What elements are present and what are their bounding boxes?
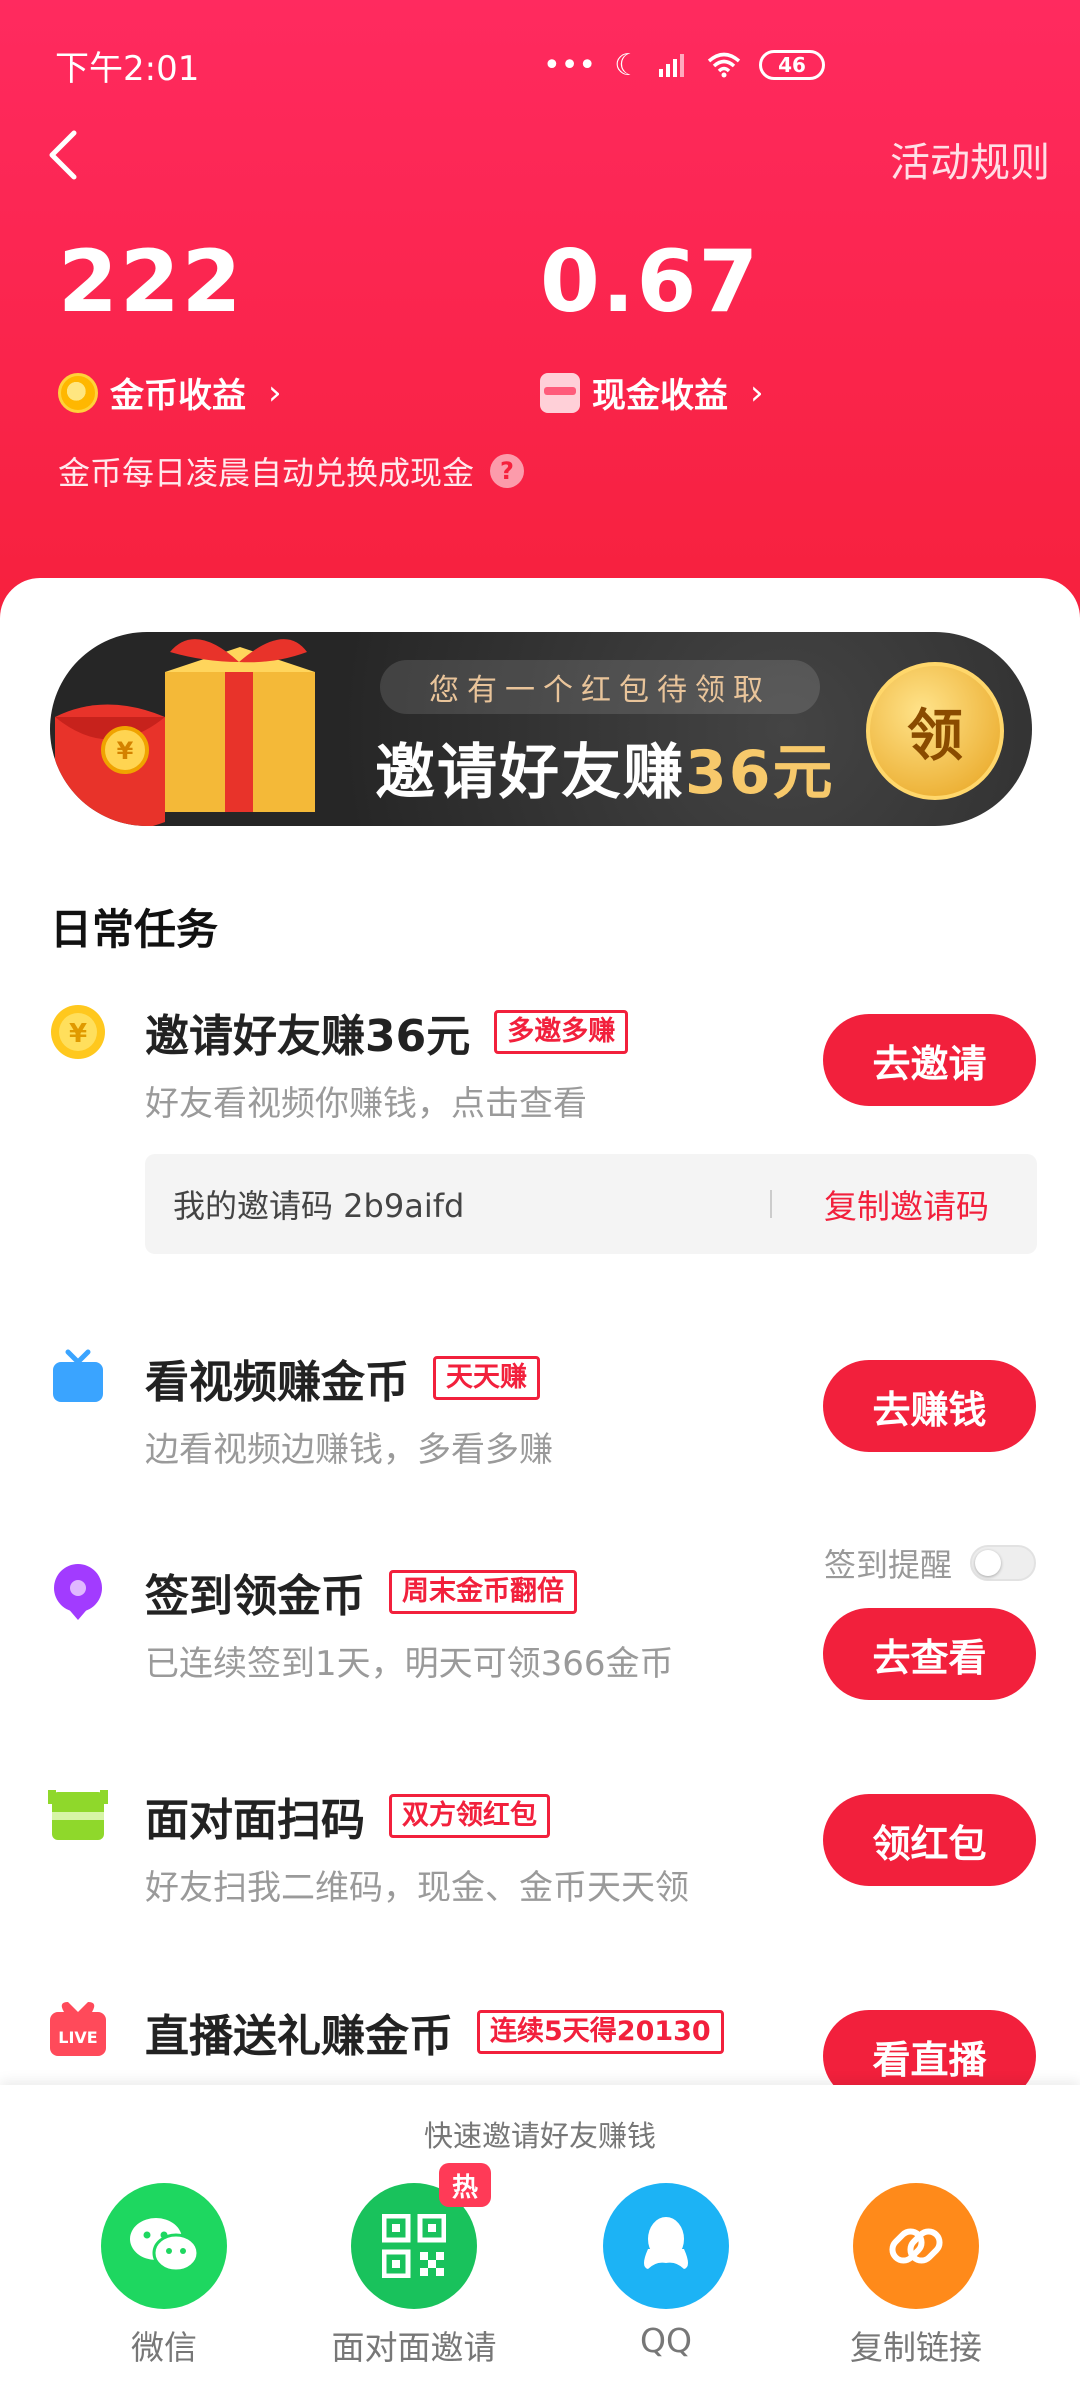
- back-icon[interactable]: [38, 125, 98, 185]
- wifi-icon: [707, 52, 741, 78]
- wechat-icon: [101, 2183, 227, 2309]
- task-tag: 连续5天得20130: [477, 2010, 724, 2054]
- cash-earnings-link[interactable]: 现金收益 ›: [540, 368, 764, 417]
- copy-invite-code-button[interactable]: 复制邀请码: [824, 1180, 989, 1228]
- section-title: 日常任务: [50, 905, 219, 954]
- signal-icon: [659, 54, 684, 77]
- more-dots-icon: •••: [543, 47, 597, 83]
- help-icon[interactable]: ?: [490, 454, 525, 488]
- share-qq[interactable]: QQ: [581, 2183, 751, 2360]
- share-hint: 快速邀请好友赚钱: [423, 2119, 656, 2153]
- exchange-note-text: 金币每日凌晨自动兑换成现金: [58, 454, 475, 492]
- get-red-packet-button[interactable]: 领红包: [823, 1794, 1036, 1886]
- task-tag: 双方领红包: [389, 1794, 550, 1838]
- banner-title: 邀请好友赚36元: [375, 724, 835, 811]
- qrcode-icon: 热: [351, 2163, 491, 2309]
- gift-icon: ¥: [55, 639, 315, 826]
- share-copy-link-label: 复制链接: [850, 2328, 982, 2367]
- banner-pill: 您有一个红包待领取: [380, 660, 820, 714]
- share-face-to-face-label: 面对面邀请: [331, 2328, 497, 2367]
- share-bar: 快速邀请好友赚钱 微信 热 面对面邀请 QQ 复制链接: [0, 2085, 1080, 2400]
- coin-earnings-link[interactable]: 金币收益 ›: [58, 368, 282, 417]
- task-desc: 好友扫我二维码，现金、金币天天领: [145, 1868, 689, 1908]
- banner-title-prefix: 邀请好友赚: [375, 738, 685, 808]
- activity-rules-link[interactable]: 活动规则: [890, 130, 1050, 188]
- location-pin-icon: [54, 1564, 102, 1620]
- share-copy-link[interactable]: 复制链接: [831, 2183, 1001, 2369]
- banner-title-amount: 36元: [685, 738, 835, 808]
- yuan-symbol: ¥: [117, 737, 134, 765]
- sign-reminder: 签到提醒: [824, 1540, 1036, 1586]
- task-tag: 周末金币翻倍: [389, 1570, 577, 1614]
- tv-icon: [53, 1349, 103, 1402]
- task-tag: 多邀多赚: [494, 1010, 629, 1054]
- coin-earnings-label: 金币收益: [110, 376, 246, 416]
- task-title: 直播送礼赚金币 连续5天得20130: [145, 2000, 724, 2064]
- moon-icon: ☾: [614, 47, 641, 83]
- exchange-note: 金币每日凌晨自动兑换成现金 ?: [58, 448, 525, 494]
- cash-earnings-label: 现金收益: [592, 376, 728, 416]
- task-title-text: 直播送礼赚金币: [145, 2011, 453, 2062]
- task-desc: 边看视频边赚钱，多看多赚: [145, 1430, 553, 1470]
- scan-icon: [48, 1790, 108, 1840]
- chevron-right-icon: ›: [750, 372, 764, 413]
- live-gift-icon: LIVE: [50, 2002, 106, 2056]
- task-tag: 天天赚: [433, 1356, 540, 1400]
- qq-icon: [603, 2183, 729, 2309]
- go-earn-button[interactable]: 去赚钱: [823, 1360, 1036, 1452]
- invite-code-box: 我的邀请码 2b9aifd 复制邀请码: [145, 1154, 1037, 1254]
- task-title: 面对面扫码 双方领红包: [145, 1784, 550, 1848]
- claim-button[interactable]: 领: [866, 662, 1004, 800]
- header: 下午2:01 ••• ☾ 46 活动规则 222 0.67 金币收益 › 现金收…: [0, 0, 1080, 640]
- hot-badge: 热: [439, 2163, 491, 2207]
- task-desc: 已连续签到1天，明天可领366金币: [145, 1644, 674, 1684]
- task-title-text: 面对面扫码: [145, 1795, 365, 1846]
- coin-icon: [58, 372, 98, 413]
- coin-task-yuan: ¥: [69, 1019, 87, 1049]
- go-invite-button[interactable]: 去邀请: [823, 1014, 1036, 1106]
- share-wechat-label: 微信: [131, 2328, 197, 2367]
- task-title: 签到领金币 周末金币翻倍: [145, 1560, 577, 1624]
- coin-task-icon: ¥: [51, 1005, 105, 1059]
- task-title-text: 看视频赚金币: [145, 1357, 409, 1408]
- share-qq-label: QQ: [640, 2321, 692, 2360]
- invite-code-label: 我的邀请码 2b9aifd: [173, 1187, 465, 1225]
- task-title: 看视频赚金币 天天赚: [145, 1346, 540, 1410]
- task-desc: 好友看视频你赚钱，点击查看: [145, 1084, 587, 1124]
- cash-balance: 0.67: [540, 232, 761, 332]
- task-title: 邀请好友赚36元 多邀多赚: [145, 1000, 629, 1064]
- share-face-to-face[interactable]: 热 面对面邀请: [329, 2163, 499, 2369]
- invite-banner[interactable]: ¥ 您有一个红包待领取 邀请好友赚36元 领: [50, 632, 1032, 826]
- status-time: 下午2:01: [55, 48, 200, 89]
- cash-icon: [540, 372, 580, 413]
- go-view-button[interactable]: 去查看: [823, 1608, 1036, 1700]
- task-title-text: 邀请好友赚36元: [145, 1011, 471, 1062]
- sign-reminder-label: 签到提醒: [823, 1546, 952, 1584]
- divider: [770, 1190, 772, 1218]
- status-icons: ••• ☾ 46: [543, 48, 825, 83]
- chevron-right-icon: ›: [268, 372, 282, 413]
- task-title-text: 签到领金币: [145, 1571, 365, 1622]
- share-wechat[interactable]: 微信: [79, 2183, 249, 2369]
- status-bar: 下午2:01 ••• ☾ 46: [55, 40, 1025, 90]
- svg-text:LIVE: LIVE: [58, 2028, 97, 2047]
- coin-balance: 222: [58, 232, 244, 332]
- sign-reminder-toggle[interactable]: [970, 1545, 1036, 1581]
- battery-indicator: 46: [759, 50, 825, 80]
- link-icon: [853, 2183, 979, 2309]
